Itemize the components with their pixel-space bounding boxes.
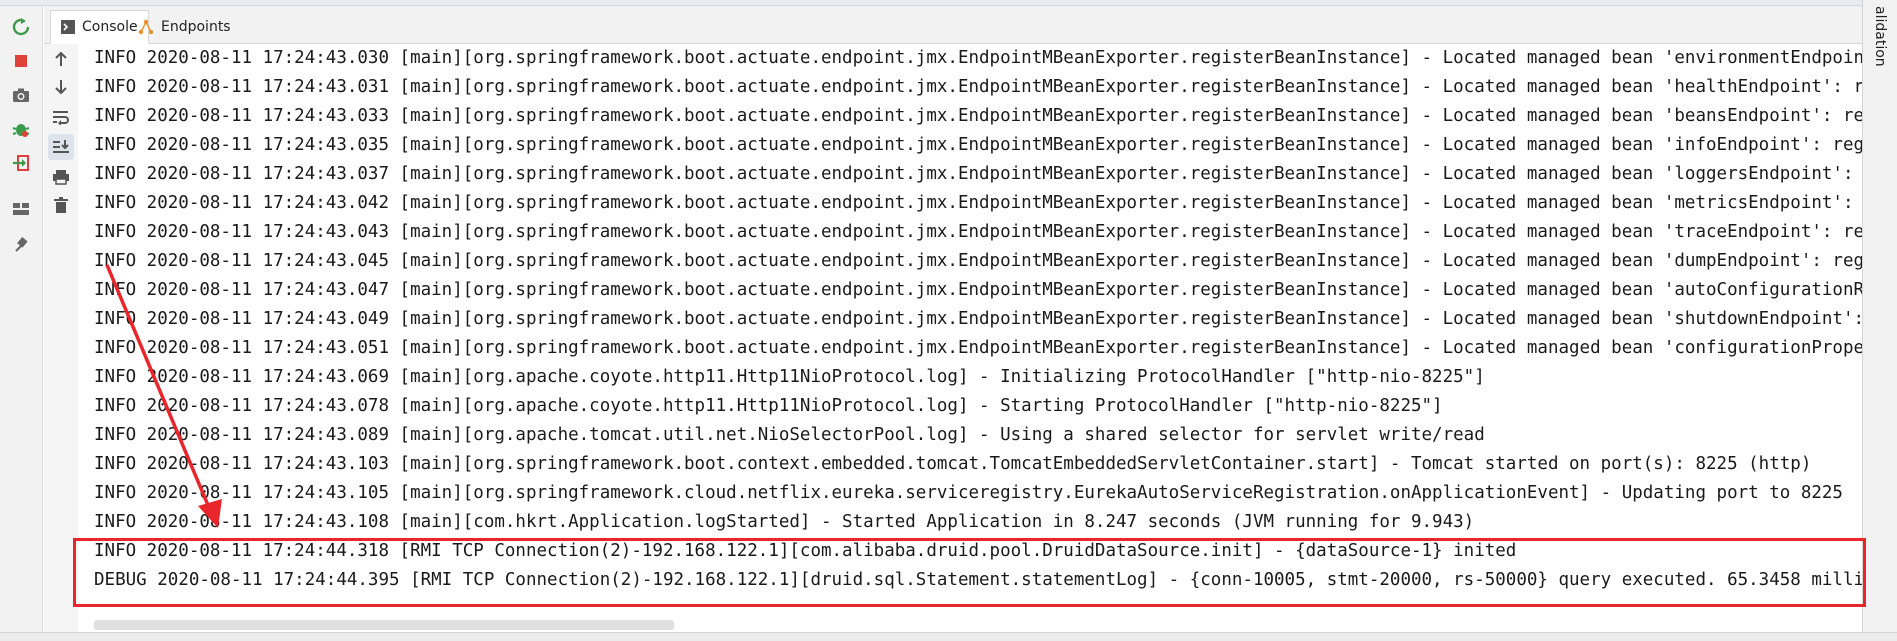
log-line: INFO 2020-08-11 17:24:43.031 [main][org.… <box>94 77 1862 97</box>
log-line: INFO 2020-08-11 17:24:43.033 [main][org.… <box>94 106 1862 126</box>
tool-window-tabs: Console Endpoints <box>44 6 1862 44</box>
arrow-down-icon <box>55 80 67 95</box>
log-line: INFO 2020-08-11 17:24:43.043 [main][org.… <box>94 222 1862 242</box>
stop-button[interactable] <box>8 48 34 74</box>
bottom-border <box>0 632 1897 641</box>
tab-endpoints[interactable]: Endpoints <box>128 10 241 44</box>
trash-icon <box>54 197 68 213</box>
layout-button[interactable] <box>8 196 34 222</box>
soft-wrap-button[interactable] <box>48 104 74 130</box>
log-line: INFO 2020-08-11 17:24:43.108 [main][com.… <box>94 512 1475 532</box>
console-output[interactable]: INFO 2020-08-11 17:24:43.030 [main][org.… <box>78 44 1862 616</box>
scroll-up-button[interactable] <box>48 46 74 72</box>
log-line: INFO 2020-08-11 17:24:43.047 [main][org.… <box>94 280 1862 300</box>
right-tool-strip <box>1862 0 1897 641</box>
scroll-down-button[interactable] <box>48 74 74 100</box>
scroll-to-end-icon <box>53 140 69 153</box>
log-line: INFO 2020-08-11 17:24:43.035 [main][org.… <box>94 135 1862 155</box>
clear-all-button[interactable] <box>48 192 74 218</box>
exit-icon <box>13 155 29 171</box>
endpoints-icon <box>138 19 154 35</box>
log-line: INFO 2020-08-11 17:24:43.030 [main][org.… <box>94 48 1862 68</box>
log-line: INFO 2020-08-11 17:24:43.103 [main][org.… <box>94 454 1812 474</box>
console-icon <box>61 20 75 34</box>
rerun-icon <box>12 18 30 36</box>
exit-button[interactable] <box>8 150 34 176</box>
screenshot-button[interactable] <box>8 82 34 108</box>
log-line: INFO 2020-08-11 17:24:44.318 [RMI TCP Co… <box>94 541 1517 561</box>
print-icon <box>53 170 69 185</box>
print-button[interactable] <box>48 164 74 190</box>
scroll-to-end-button[interactable] <box>48 134 74 160</box>
log-line: INFO 2020-08-11 17:24:43.037 [main][org.… <box>94 164 1862 184</box>
log-line: INFO 2020-08-11 17:24:43.069 [main][org.… <box>94 367 1485 387</box>
pin-icon <box>15 237 28 252</box>
stop-icon <box>15 55 27 67</box>
right-panel-label[interactable]: alidation <box>1872 6 1888 67</box>
horizontal-scrollbar[interactable] <box>94 620 674 630</box>
rerun-button[interactable] <box>8 14 34 40</box>
log-line: INFO 2020-08-11 17:24:43.045 [main][org.… <box>94 251 1862 271</box>
arrow-up-icon <box>55 51 67 66</box>
pin-button[interactable] <box>8 232 34 258</box>
soft-wrap-icon <box>53 111 69 125</box>
log-line: INFO 2020-08-11 17:24:43.105 [main][org.… <box>94 483 1843 503</box>
tab-label: Endpoints <box>161 19 231 35</box>
log-line: DEBUG 2020-08-11 17:24:44.395 [RMI TCP C… <box>94 570 1862 590</box>
bug-icon <box>12 124 30 137</box>
log-line: INFO 2020-08-11 17:24:43.049 [main][org.… <box>94 309 1862 329</box>
layout-icon <box>13 203 29 215</box>
console-toolbar <box>44 44 78 632</box>
camera-icon <box>13 88 29 102</box>
log-line: INFO 2020-08-11 17:24:43.042 [main][org.… <box>94 193 1862 213</box>
log-line: INFO 2020-08-11 17:24:43.089 [main][org.… <box>94 425 1485 445</box>
run-toolbar <box>0 6 43 632</box>
log-line: INFO 2020-08-11 17:24:43.078 [main][org.… <box>94 396 1443 416</box>
log-line: INFO 2020-08-11 17:24:43.051 [main][org.… <box>94 338 1862 358</box>
debug-button[interactable] <box>8 116 34 142</box>
